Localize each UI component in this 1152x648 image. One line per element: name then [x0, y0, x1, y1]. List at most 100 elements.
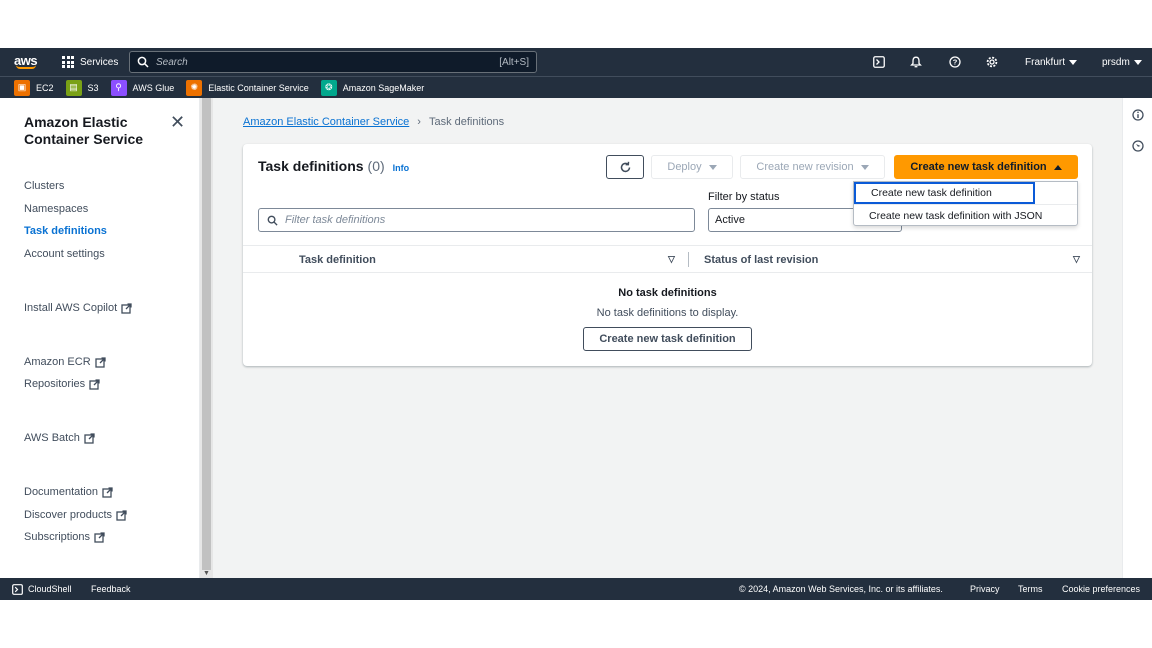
favorite-label: S3: [87, 82, 99, 93]
ec2-icon: ▣: [14, 79, 30, 96]
sidebar-item-namespaces[interactable]: Namespaces: [24, 203, 88, 215]
menu-item-create-with-json[interactable]: Create new task definition with JSON: [854, 204, 1077, 226]
close-icon[interactable]: ✕: [170, 112, 185, 133]
sidebar-item-label: Install AWS Copilot: [24, 302, 118, 314]
status-filter-value: Active: [715, 214, 745, 226]
sidebar-item-documentation[interactable]: Documentation: [24, 486, 113, 498]
svg-text:?: ?: [953, 58, 958, 67]
sidebar-scrollbar[interactable]: ▼: [200, 98, 213, 578]
column-header-status[interactable]: Status of last revision: [704, 254, 818, 266]
footer: CloudShell Feedback © 2024, Amazon Web S…: [0, 578, 1152, 600]
sidebar-item-label: Amazon ECR: [24, 356, 91, 368]
terminal-icon: [12, 583, 23, 595]
external-link-icon: [121, 302, 132, 314]
favorite-aws-glue[interactable]: ⚲ AWS Glue: [110, 79, 175, 96]
favorite-label: AWS Glue: [132, 82, 175, 93]
help-icon[interactable]: ?: [949, 48, 961, 76]
ecs-icon: ✺: [186, 79, 203, 96]
glue-icon: ⚲: [110, 79, 127, 96]
filter-task-definitions-input[interactable]: Filter task definitions: [258, 208, 695, 232]
chevron-down-icon: [708, 164, 717, 170]
search-shortcut: [Alt+S]: [499, 56, 529, 68]
sidebar-item-aws-batch[interactable]: AWS Batch: [24, 432, 95, 444]
privacy-link[interactable]: Privacy: [970, 578, 1000, 600]
create-dropdown-menu: Create new task definition Create new ta…: [853, 181, 1078, 226]
create-new-task-definition-button[interactable]: Create new task definition: [894, 155, 1078, 179]
cookie-preferences-link[interactable]: Cookie preferences: [1062, 578, 1140, 600]
column-divider[interactable]: [688, 252, 689, 267]
services-menu[interactable]: Services: [62, 48, 118, 76]
search-input[interactable]: Search [Alt+S]: [129, 51, 537, 73]
empty-state-title: No task definitions: [618, 287, 717, 299]
deploy-button[interactable]: Deploy: [651, 155, 733, 179]
top-navigation: aws Services Search [Alt+S] ? Frankfurt: [0, 48, 1152, 76]
cloudshell-icon[interactable]: [873, 48, 885, 76]
cloudshell-button[interactable]: CloudShell: [12, 578, 72, 600]
console-frame: aws Services Search [Alt+S] ? Frankfurt: [0, 48, 1152, 600]
gear-icon[interactable]: [986, 48, 998, 76]
search-placeholder: Search: [156, 56, 188, 68]
breadcrumb-parent-link[interactable]: Amazon Elastic Container Service: [243, 116, 409, 128]
refresh-icon: [620, 161, 630, 172]
region-label: Frankfurt: [1025, 56, 1066, 68]
sidebar-item-account-settings[interactable]: Account settings: [24, 248, 105, 260]
aws-logo[interactable]: aws: [14, 48, 38, 76]
menu-item-create-task-definition[interactable]: Create new task definition: [854, 182, 1035, 204]
count-badge: (0): [367, 158, 385, 174]
favorite-s3[interactable]: ▤ S3: [65, 79, 99, 96]
external-link-icon: [89, 378, 100, 390]
grid-icon: [62, 56, 74, 68]
external-link-icon: [94, 531, 105, 543]
chevron-down-icon: [1133, 59, 1142, 65]
external-link-icon: [94, 356, 106, 368]
bell-icon[interactable]: [910, 48, 922, 76]
sidebar-item-repositories[interactable]: Repositories: [24, 378, 100, 390]
sidebar-item-label: AWS Batch: [24, 432, 80, 444]
sidebar-item-task-definitions[interactable]: Task definitions: [24, 225, 107, 237]
scroll-down-icon[interactable]: ▼: [203, 570, 210, 577]
compass-icon[interactable]: [1132, 139, 1144, 152]
sidebar-item-label: Namespaces: [24, 203, 89, 215]
account-menu[interactable]: prsdm: [1102, 48, 1142, 76]
info-link[interactable]: Info: [393, 163, 410, 173]
sidebar-item-label: Discover products: [24, 509, 113, 521]
sidebar-item-amazon-ecr[interactable]: Amazon ECR: [24, 356, 106, 368]
info-icon[interactable]: [1132, 108, 1144, 121]
sort-icon[interactable]: ▽: [668, 254, 675, 265]
favorite-label: Amazon SageMaker: [342, 82, 425, 93]
sidebar-item-label: Repositories: [24, 378, 86, 390]
chevron-right-icon: ›: [417, 116, 421, 128]
terms-link[interactable]: Terms: [1018, 578, 1043, 600]
cloudshell-label: CloudShell: [28, 584, 72, 594]
empty-state-description: No task definitions to display.: [596, 307, 739, 319]
sidebar-item-install-copilot[interactable]: Install AWS Copilot: [24, 302, 132, 314]
feedback-link[interactable]: Feedback: [91, 578, 131, 600]
column-header-task-definition[interactable]: Task definition: [299, 254, 376, 266]
search-icon: [267, 215, 278, 226]
empty-create-task-definition-button[interactable]: Create new task definition: [583, 327, 752, 351]
favorite-ecs[interactable]: ✺ Elastic Container Service: [186, 79, 309, 96]
create-revision-label: Create new revision: [756, 161, 854, 173]
filter-status-label: Filter by status: [708, 191, 780, 203]
right-rail: [1122, 98, 1152, 578]
scrollbar-thumb[interactable]: [202, 98, 211, 570]
sidebar-item-label: Account settings: [24, 248, 105, 260]
create-label: Create new task definition: [910, 161, 1047, 173]
sidebar-item-clusters[interactable]: Clusters: [24, 180, 64, 192]
sidebar-item-subscriptions[interactable]: Subscriptions: [24, 531, 105, 543]
favorite-sagemaker[interactable]: ❂ Amazon SageMaker: [320, 79, 425, 96]
sort-icon[interactable]: ▽: [1073, 254, 1080, 265]
sidebar-title: Amazon Elastic Container Service: [24, 114, 144, 147]
create-new-revision-button[interactable]: Create new revision: [740, 155, 885, 179]
services-label: Services: [80, 56, 119, 68]
sidebar-item-label: Task definitions: [24, 225, 107, 237]
sidebar-item-discover-products[interactable]: Discover products: [24, 509, 127, 521]
sidebar-item-label: Documentation: [24, 486, 98, 498]
region-selector[interactable]: Frankfurt: [1025, 48, 1078, 76]
chevron-down-icon: [1069, 59, 1078, 65]
chevron-up-icon: [1053, 164, 1062, 170]
refresh-button[interactable]: [606, 155, 644, 179]
chevron-down-icon: [860, 164, 869, 170]
external-link-icon: [116, 509, 127, 521]
favorite-ec2[interactable]: ▣ EC2: [14, 79, 54, 96]
